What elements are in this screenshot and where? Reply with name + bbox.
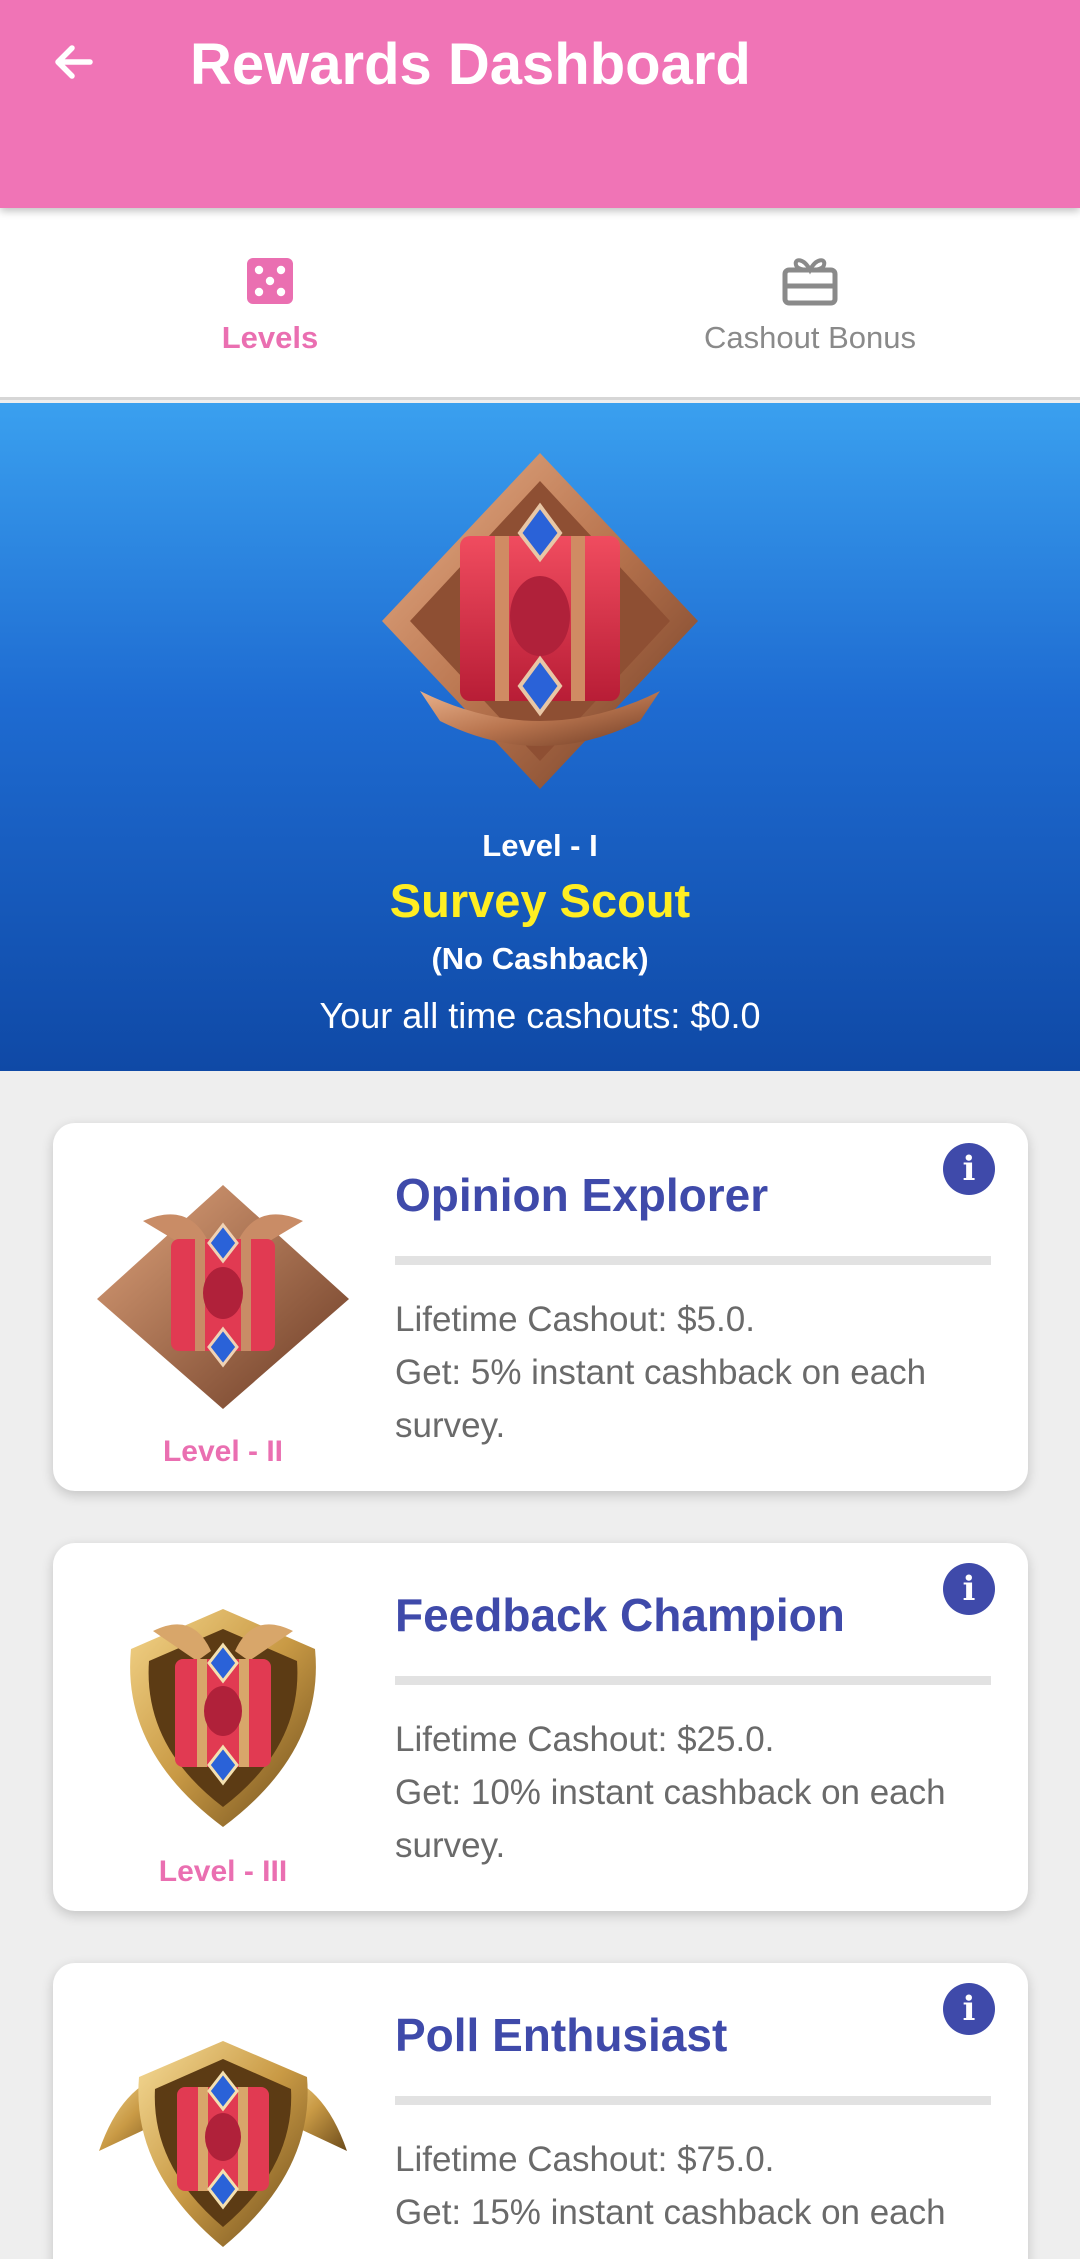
- current-level-name: Survey Scout: [389, 874, 691, 927]
- lifetime-cashout: Lifetime Cashout: $75.0.: [395, 2140, 775, 2179]
- tab-bar: Levels Cashout Bonus: [0, 208, 1080, 400]
- gift-card-icon: [782, 258, 838, 306]
- lifetime-cashout: Lifetime Cashout: $5.0.: [395, 1300, 755, 1339]
- current-level-number: Level - I: [482, 828, 598, 863]
- level-card: Level - II Opinion Explorer Lifetime Cas…: [53, 1123, 1028, 1491]
- cashback-info: Get: 5% instant cashback on each survey.: [395, 1353, 927, 1445]
- all-time-cashouts: Your all time cashouts: $0.0: [319, 995, 761, 1036]
- page-title: Rewards Dashboard: [190, 32, 751, 97]
- arrow-left-icon: [55, 45, 93, 79]
- info-icon: i: [962, 1989, 976, 2029]
- gold-shield-badge-icon: [130, 1609, 316, 1827]
- level-title: Feedback Champion: [395, 1589, 845, 1641]
- dice-icon: [247, 258, 293, 304]
- level-description: Lifetime Cashout: $75.0. Get: 15% instan…: [395, 2133, 1005, 2239]
- level-card: Level - III Feedback Champion Lifetime C…: [53, 1543, 1028, 1911]
- divider: [395, 2096, 991, 2105]
- level-description: Lifetime Cashout: $5.0. Get: 5% instant …: [395, 1293, 1005, 1452]
- cashback-info: Get: 10% instant cashback on each survey…: [395, 1773, 946, 1865]
- tab-label-levels: Levels: [221, 320, 319, 355]
- divider: [395, 1676, 991, 1685]
- level-title: Opinion Explorer: [395, 1169, 769, 1221]
- level-label: Level - III: [158, 1855, 288, 1888]
- current-level-banner: Level - I Survey Scout (No Cashback) You…: [0, 403, 1080, 1071]
- back-button[interactable]: [40, 28, 108, 96]
- tab-label-cashout-bonus: Cashout Bonus: [704, 320, 916, 355]
- bronze-winged-badge-icon: [97, 1185, 349, 1409]
- gold-winged-badge-icon: [99, 2041, 347, 2247]
- level-label: Level - II: [162, 1435, 284, 1468]
- info-button[interactable]: i: [943, 1983, 995, 2035]
- bronze-rank-badge-icon: [382, 453, 698, 789]
- lifetime-cashout: Lifetime Cashout: $25.0.: [395, 1720, 775, 1759]
- cashback-info: Get: 15% instant cashback on each: [395, 2193, 946, 2232]
- info-icon: i: [962, 1569, 976, 1609]
- level-title: Poll Enthusiast: [395, 2009, 728, 2061]
- divider: [395, 1256, 991, 1265]
- tab-cashout-bonus[interactable]: Cashout Bonus: [540, 208, 1080, 397]
- current-level-cashback: (No Cashback): [431, 941, 649, 976]
- level-description: Lifetime Cashout: $25.0. Get: 10% instan…: [395, 1713, 1005, 1872]
- app-bar: Rewards Dashboard: [0, 0, 1080, 208]
- info-icon: i: [962, 1149, 976, 1189]
- tab-levels[interactable]: Levels: [0, 208, 540, 397]
- info-button[interactable]: i: [943, 1143, 995, 1195]
- level-card: Poll Enthusiast Lifetime Cashout: $75.0.…: [53, 1963, 1028, 2259]
- info-button[interactable]: i: [943, 1563, 995, 1615]
